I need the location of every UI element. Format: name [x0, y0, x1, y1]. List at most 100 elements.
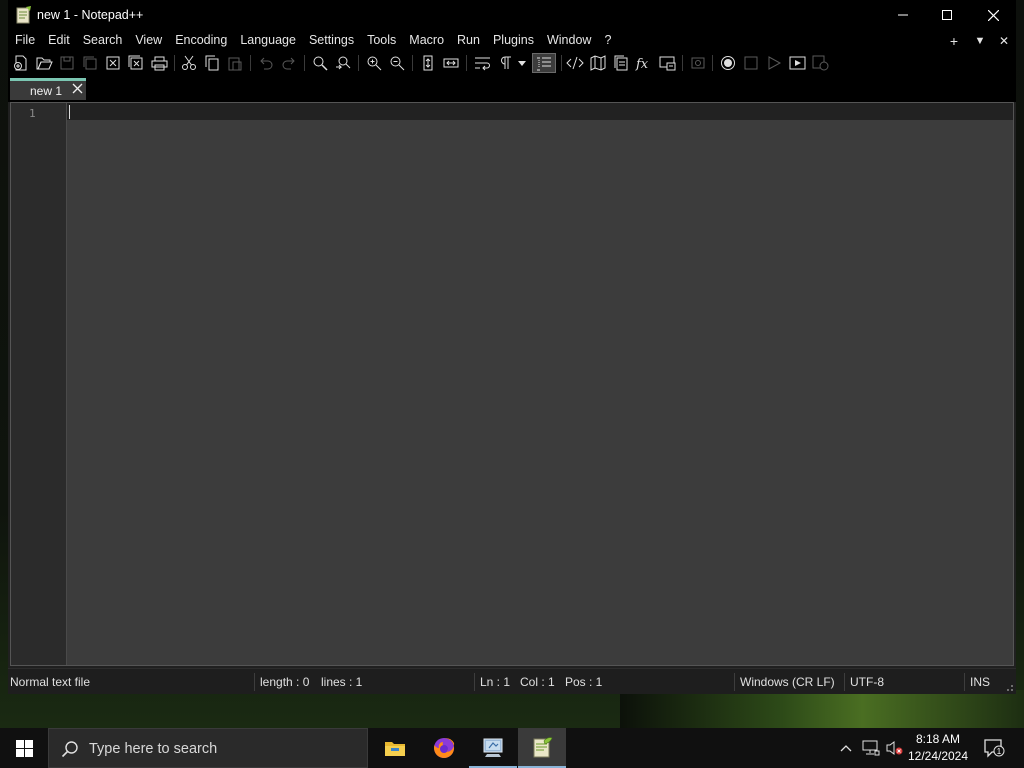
clock-date: 12/24/2024 — [907, 749, 969, 763]
menu-encoding[interactable]: Encoding — [168, 30, 233, 51]
status-separator — [474, 673, 475, 691]
status-column: Col : 1 — [520, 675, 555, 689]
close-all-icon[interactable] — [126, 53, 146, 73]
line-number-gutter: 1 — [11, 103, 67, 665]
close-file-icon[interactable] — [103, 53, 123, 73]
resize-grip-icon[interactable] — [1004, 675, 1014, 701]
text-caret — [69, 105, 70, 119]
notification-count: 1 — [997, 747, 1002, 756]
save-icon[interactable] — [57, 53, 77, 73]
status-insert-mode[interactable]: INS — [970, 669, 990, 695]
firefox-icon — [434, 737, 455, 758]
tab-list-dropdown-button[interactable]: ▼ — [968, 30, 992, 51]
title-bar[interactable]: new 1 - Notepad++ — [8, 0, 1016, 30]
status-bar: Normal text file length : 0 lines : 1 Ln… — [8, 668, 1016, 694]
editor-area[interactable]: 1 — [10, 102, 1014, 666]
record-macro-icon[interactable] — [718, 53, 738, 73]
toolbar-separator — [561, 55, 562, 71]
new-tab-plus-button[interactable]: + — [942, 30, 966, 51]
current-line-highlight — [67, 103, 1013, 120]
word-wrap-icon[interactable] — [472, 53, 492, 73]
document-list-icon[interactable] — [611, 53, 631, 73]
toolbar-separator — [174, 55, 175, 71]
start-button[interactable] — [0, 728, 48, 768]
status-separator — [964, 673, 965, 691]
open-file-icon[interactable] — [34, 53, 54, 73]
zoom-in-icon[interactable] — [364, 53, 384, 73]
taskbar-file-explorer[interactable] — [371, 728, 419, 768]
toolbar-separator — [712, 55, 713, 71]
replace-icon[interactable] — [333, 53, 353, 73]
show-symbol-dropdown-icon[interactable] — [516, 53, 528, 73]
menu-macro[interactable]: Macro — [402, 30, 450, 51]
folder-as-workspace-icon[interactable] — [657, 53, 677, 73]
status-position: Pos : 1 — [565, 675, 603, 689]
network-tray-icon[interactable] — [860, 728, 882, 768]
toolbar-separator — [304, 55, 305, 71]
close-window-button[interactable] — [970, 0, 1016, 30]
indent-guide-icon[interactable] — [532, 53, 556, 73]
menu-plugins[interactable]: Plugins — [486, 30, 540, 51]
menu-file[interactable]: File — [8, 30, 41, 51]
undo-icon[interactable] — [256, 53, 276, 73]
playback-icon[interactable] — [764, 53, 784, 73]
find-icon[interactable] — [310, 53, 330, 73]
monitoring-icon[interactable] — [688, 53, 708, 73]
menu-tools[interactable]: Tools — [360, 30, 402, 51]
function-list-icon[interactable]: fx — [634, 53, 654, 73]
search-icon — [61, 740, 79, 761]
sync-horizontal-scroll-icon[interactable] — [441, 53, 461, 73]
taskbar-control-panel[interactable] — [469, 728, 517, 768]
copy-icon[interactable] — [202, 53, 222, 73]
show-all-characters-icon[interactable] — [496, 53, 516, 73]
run-macro-multiple-icon[interactable] — [787, 53, 807, 73]
close-tab-icon[interactable] — [72, 83, 83, 97]
user-defined-language-icon[interactable] — [565, 53, 585, 73]
taskbar-notepadpp[interactable] — [518, 728, 566, 768]
show-hidden-icons-button[interactable] — [836, 728, 856, 768]
taskbar-firefox[interactable] — [420, 728, 468, 768]
search-placeholder: Type here to search — [89, 741, 218, 757]
toolbar-separator — [682, 55, 683, 71]
menu-edit[interactable]: Edit — [41, 30, 76, 51]
action-center-button[interactable]: 1 — [980, 728, 1008, 768]
document-map-icon[interactable] — [588, 53, 608, 73]
maximize-button[interactable] — [924, 0, 970, 30]
status-line-number: Ln : 1 — [480, 675, 511, 689]
menu-search[interactable]: Search — [76, 30, 129, 51]
minimize-button[interactable] — [880, 0, 926, 30]
menu-run[interactable]: Run — [450, 30, 486, 51]
zoom-out-icon[interactable] — [387, 53, 407, 73]
save-all-icon[interactable] — [80, 53, 100, 73]
save-macro-icon[interactable] — [810, 53, 830, 73]
menu-window[interactable]: Window — [540, 30, 597, 51]
status-encoding[interactable]: UTF-8 — [850, 669, 884, 695]
volume-tray-icon[interactable] — [884, 728, 906, 768]
menu-view[interactable]: View — [128, 30, 168, 51]
menu-settings[interactable]: Settings — [302, 30, 360, 51]
new-file-icon[interactable] — [11, 53, 31, 73]
menu-language[interactable]: Language — [233, 30, 302, 51]
paste-icon[interactable] — [225, 53, 245, 73]
menu-help[interactable]: ? — [597, 30, 617, 51]
notepadpp-app-icon[interactable] — [16, 6, 32, 24]
volume-muted-icon — [886, 741, 903, 755]
redo-icon[interactable] — [279, 53, 299, 73]
status-separator — [254, 673, 255, 691]
sync-vertical-scroll-icon[interactable] — [418, 53, 438, 73]
toolbar-separator — [466, 55, 467, 71]
status-eol-format[interactable]: Windows (CR LF) — [740, 669, 835, 695]
cut-icon[interactable] — [179, 53, 199, 73]
notification-icon: 1 — [984, 739, 1005, 758]
taskbar-search-box[interactable]: Type here to search — [48, 728, 368, 768]
control-panel-icon — [483, 738, 503, 757]
print-icon[interactable] — [149, 53, 169, 73]
notepadpp-icon — [533, 737, 553, 758]
toolbar-separator — [250, 55, 251, 71]
close-tab-menu-button[interactable]: ✕ — [992, 30, 1016, 51]
system-clock[interactable]: 8:18 AM 12/24/2024 — [906, 731, 970, 765]
toolbar-separator — [358, 55, 359, 71]
tab-new-1[interactable]: new 1 — [10, 78, 86, 100]
windows-logo-icon — [15, 739, 33, 757]
stop-recording-icon[interactable] — [741, 53, 761, 73]
